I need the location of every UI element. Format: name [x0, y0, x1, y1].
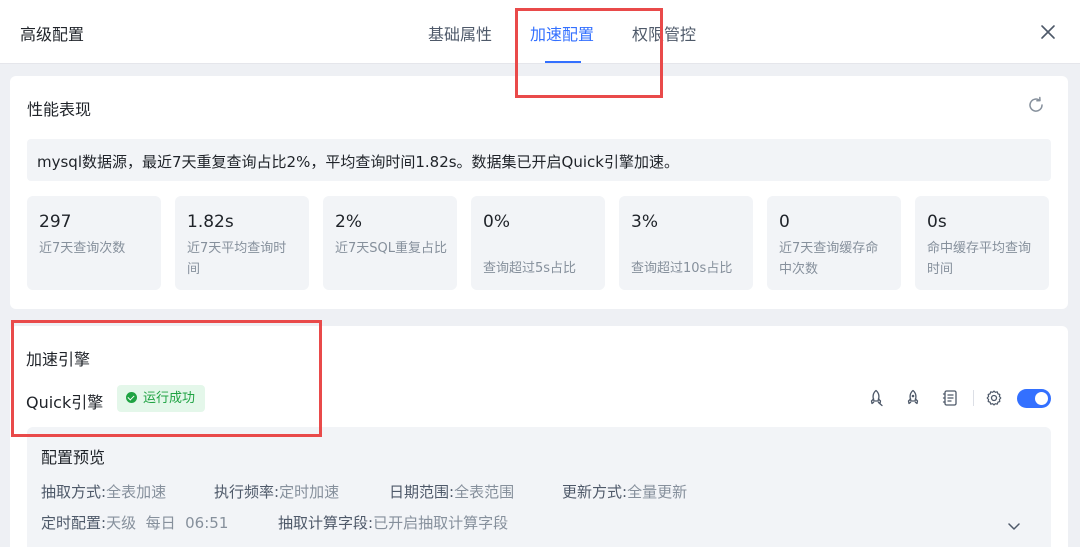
- engine-section-title: 加速引擎: [26, 350, 91, 369]
- config-key: 抽取方式:: [41, 483, 107, 501]
- metric-value: 0: [779, 212, 790, 232]
- metric-label: 近7天查询次数: [39, 241, 126, 256]
- config-value: 全表加速: [106, 483, 167, 501]
- metric-card: 297 近7天查询次数: [27, 196, 161, 290]
- metric-label: 命中缓存平均查询时间: [927, 241, 1032, 277]
- toggle-knob: [1035, 392, 1048, 405]
- metric-card: 0 近7天查询缓存命中次数: [767, 196, 901, 290]
- dialog-header: 高级配置 基础属性 加速配置 权限管控: [0, 0, 1080, 64]
- toolbar-divider: [973, 390, 974, 406]
- config-value: 已开启抽取计算字段: [373, 514, 509, 532]
- tab-permission-control[interactable]: 权限管控: [632, 21, 696, 45]
- refresh-icon[interactable]: [1026, 95, 1046, 115]
- config-item: 抽取方式:全表加速: [41, 481, 166, 502]
- config-preview-title: 配置预览: [41, 448, 106, 467]
- metrics-grid: 297 近7天查询次数 1.82s 近7天平均查询时间 2% 近7天SQL重复占…: [27, 196, 1051, 290]
- config-value: 天级 每日 06:51: [106, 514, 229, 532]
- tab-acceleration-config[interactable]: 加速配置: [530, 21, 594, 45]
- close-icon[interactable]: [1036, 20, 1060, 44]
- performance-card: 性能表现 mysql数据源，最近7天重复查询占比2%，平均查询时间1.82s。数…: [10, 76, 1068, 309]
- rocket-boost-icon[interactable]: [903, 388, 923, 408]
- gear-icon[interactable]: [984, 388, 1004, 408]
- config-key: 执行频率:: [214, 483, 280, 501]
- config-key: 日期范围:: [389, 483, 455, 501]
- config-value: 全量更新: [627, 483, 688, 501]
- metric-value: 2%: [335, 212, 362, 232]
- metric-label: 查询超过5s占比: [483, 261, 577, 276]
- metric-card: 1.82s 近7天平均查询时间: [175, 196, 309, 290]
- metric-label: 近7天平均查询时间: [187, 241, 287, 277]
- config-item: 执行频率:定时加速: [214, 481, 339, 502]
- metric-card: 3% 查询超过10s占比: [619, 196, 753, 290]
- config-key: 抽取计算字段:: [278, 514, 374, 532]
- chevron-down-icon[interactable]: [1005, 517, 1023, 535]
- active-tab-indicator: [545, 61, 581, 63]
- metric-value: 0s: [927, 212, 947, 232]
- status-text: 运行成功: [143, 391, 196, 406]
- metric-value: 3%: [631, 212, 658, 232]
- metric-label: 近7天查询缓存命中次数: [779, 241, 879, 277]
- status-badge: 运行成功: [117, 385, 206, 412]
- config-item: 日期范围:全表范围: [389, 481, 514, 502]
- metric-card: 0s 命中缓存平均查询时间: [915, 196, 1049, 290]
- engine-enable-toggle[interactable]: [1017, 389, 1051, 408]
- metric-value: 297: [39, 212, 72, 232]
- success-check-icon: [126, 392, 137, 403]
- config-key: 更新方式:: [562, 483, 628, 501]
- config-preview-panel: 配置预览 抽取方式:全表加速 执行频率:定时加速 日期范围:全表范围 更新方式:…: [27, 427, 1051, 547]
- engine-name: Quick引擎: [26, 393, 104, 412]
- performance-summary: mysql数据源，最近7天重复查询占比2%，平均查询时间1.82s。数据集已开启…: [27, 139, 1051, 181]
- config-key: 定时配置:: [41, 514, 107, 532]
- performance-title: 性能表现: [27, 100, 92, 119]
- metric-value: 0%: [483, 212, 510, 232]
- rocket-icon[interactable]: [866, 388, 886, 408]
- metric-card: 0% 查询超过5s占比: [471, 196, 605, 290]
- tab-basic-properties[interactable]: 基础属性: [428, 21, 492, 45]
- config-item: 更新方式:全量更新: [562, 481, 687, 502]
- metric-value: 1.82s: [187, 212, 234, 232]
- metric-card: 2% 近7天SQL重复占比: [323, 196, 457, 290]
- acceleration-engine-card: 加速引擎 Quick引擎 运行成功 配置预览 抽取方式:全表加速 执行频率:定时…: [10, 326, 1068, 547]
- config-value: 全表范围: [454, 483, 515, 501]
- dialog-title: 高级配置: [20, 25, 85, 44]
- log-icon[interactable]: [940, 388, 960, 408]
- config-value: 定时加速: [279, 483, 340, 501]
- metric-label: 近7天SQL重复占比: [335, 241, 447, 256]
- config-item: 抽取计算字段:已开启抽取计算字段: [278, 512, 508, 533]
- config-item: 定时配置:天级 每日 06:51: [41, 512, 228, 533]
- metric-label: 查询超过10s占比: [631, 261, 733, 276]
